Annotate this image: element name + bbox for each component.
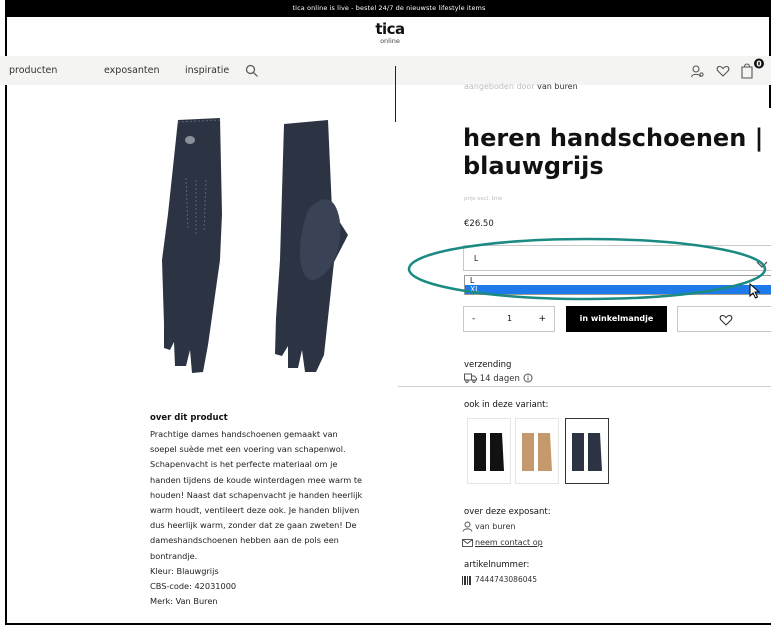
quantity-decrease-button[interactable]: - [472,314,475,324]
about-line: dus heerlijk warm, zonder dat ze gaan zw… [150,520,357,531]
about-line: soepel suède met een voering van schapen… [150,444,346,455]
variant-thumb-tan[interactable] [515,418,559,484]
truck-icon [464,373,477,384]
about-description: Prachtige dames handschoenen gemaakt van… [150,427,382,609]
nav-item-producten[interactable]: producten [9,65,57,76]
about-line: Schapenvacht is het perfecte materiaal o… [150,459,338,470]
main-nav: producten exposanten inspiratie 0 [0,56,771,85]
frame-left-border [5,0,7,625]
cart-count: 0 [756,59,761,68]
shipping-days-text: 14 dagen [479,374,520,384]
exhibitor-name[interactable]: van buren [475,522,516,531]
shipping-label: verzending [464,360,512,370]
section-divider [398,386,771,387]
variant-thumb-black[interactable] [467,418,511,484]
offered-by-prefix: aangeboden door [464,82,535,91]
product-title-line2: blauwgrijs [463,152,604,180]
announcement-bar: tica online is live - bestel 24/7 de nie… [7,0,771,17]
brand-logo[interactable]: tica online [340,20,440,46]
variants-label: ook in deze variant: [464,400,549,410]
about-line: Merk: Van Buren [150,596,218,607]
quantity-value[interactable]: 1 [507,314,512,323]
add-to-cart-button[interactable]: in winkelmandje [566,306,667,332]
about-line: CBS-code: 42031000 [150,581,237,592]
about-line: dameshandschoenen hebben aan de pols een [150,535,339,546]
about-line: Kleur: Blauwgrijs [150,565,219,576]
offered-by-link[interactable]: van buren [537,82,578,91]
heart-icon[interactable] [716,63,730,82]
info-icon[interactable] [523,373,533,383]
article-number: 7444743086045 [475,575,538,584]
about-heading: over dit product [150,413,228,423]
cart-icon[interactable]: 0 [739,58,767,84]
exhibitor-label: over deze exposant: [464,507,551,517]
highlight-annotation [405,235,771,309]
wishlist-button[interactable] [677,306,771,332]
about-line: warm houdt, ventileert deze ook. Je hand… [150,505,360,516]
vat-note: prijs excl. btw [464,196,503,202]
about-line: bontrandje. [150,550,198,561]
barcode-icon [462,576,471,585]
product-title-line1: heren handschoenen | [463,124,764,152]
search-icon[interactable] [245,63,259,82]
product-price: €26.50 [464,219,494,229]
quantity-increase-button[interactable]: + [538,314,546,324]
contact-link[interactable]: neem contact op [475,538,543,547]
brand-subtitle: online [380,37,400,45]
nav-item-inspiratie[interactable]: inspiratie [185,65,229,76]
about-line: houden! Naast dat schapenvacht je handen… [150,489,363,500]
article-number-label: artikelnummer: [464,560,530,570]
nav-item-exposanten[interactable]: exposanten [104,65,160,76]
person-icon [462,521,473,532]
offered-by: aangeboden door van buren [464,82,578,91]
account-icon[interactable] [690,63,704,82]
product-image[interactable] [162,110,352,394]
heart-icon [719,314,733,326]
product-title: heren handschoenen | blauwgrijs [463,124,763,180]
about-line: handen tijdens de koude winterdagen mee … [150,474,363,485]
quantity-stepper: - 1 + [463,306,555,332]
about-line: Prachtige dames handschoenen gemaakt van [150,429,338,439]
variant-thumb-blue-grey[interactable] [565,418,609,484]
shipping-days: 14 dagen [464,373,533,384]
nav-divider [395,66,396,122]
mail-icon [462,539,473,547]
brand-name: tica [375,20,405,38]
